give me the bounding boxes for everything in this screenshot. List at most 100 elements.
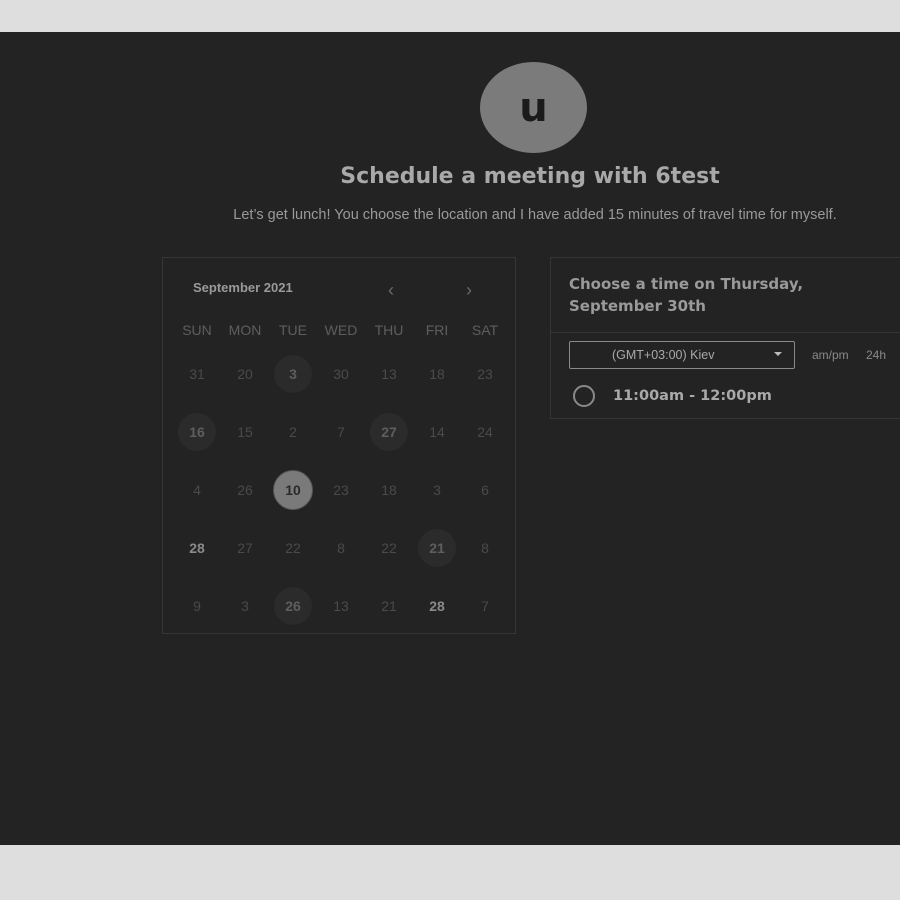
calendar-month-label: September 2021 (193, 280, 293, 295)
calendar-day: 28 (413, 577, 461, 635)
calendar-day-number: 26 (237, 482, 253, 498)
calendar-day[interactable]: 26 (269, 577, 317, 635)
calendar-day-number: 24 (477, 424, 493, 440)
calendar-day-number: 3 (241, 598, 249, 614)
divider (551, 332, 900, 333)
format-ampm-toggle[interactable]: am/pm (812, 348, 849, 362)
time-slot-label: 11:00am - 12:00pm (613, 388, 772, 404)
calendar-day-number: 22 (285, 540, 301, 556)
calendar-day-number: 27 (237, 540, 253, 556)
calendar-day: 6 (461, 461, 509, 519)
weekday-label: WED (324, 322, 358, 338)
calendar-week-row: 31 20 3 30 13 18 23 (173, 345, 517, 403)
calendar-day-number: 13 (381, 366, 397, 382)
calendar-day-number: 8 (337, 540, 345, 556)
radio-button[interactable] (573, 385, 595, 407)
calendar-day: 8 (317, 519, 365, 577)
calendar-day-number: 27 (370, 413, 408, 451)
time-picker-panel: Choose a time on Thursday, September 30t… (550, 257, 900, 419)
weekday-label: THU (374, 322, 404, 338)
calendar-day: 22 (365, 519, 413, 577)
calendar-day: 31 (173, 345, 221, 403)
calendar-day: 18 (413, 345, 461, 403)
format-24h-toggle[interactable]: 24h (866, 348, 886, 362)
calendar-day: 3 (413, 461, 461, 519)
calendar-week-row: 16 15 2 7 27 14 24 (173, 403, 517, 461)
calendar-day-number: 2 (289, 424, 297, 440)
weekday-label: MON (228, 322, 262, 338)
calendar-day-number: 26 (274, 587, 312, 625)
calendar-day-number: 18 (429, 366, 445, 382)
page-description: Let’s get lunch! You choose the location… (233, 207, 837, 223)
scheduler-page: u Schedule a meeting with 6test Let’s ge… (0, 32, 900, 845)
calendar-day-number: 30 (333, 366, 349, 382)
calendar-day: 15 (221, 403, 269, 461)
calendar-week-row: 9 3 26 13 21 28 7 (173, 577, 517, 635)
previous-month-button[interactable]: ‹ (379, 278, 403, 302)
next-month-button[interactable]: › (457, 278, 481, 302)
calendar: September 2021 ‹ › SUN MON TUE WED THU FRI SAT… (162, 257, 516, 634)
calendar-day: 22 (269, 519, 317, 577)
calendar-day: 24 (461, 403, 509, 461)
calendar-day[interactable]: 27 (365, 403, 413, 461)
calendar-day: 7 (461, 577, 509, 635)
calendar-day: 3 (221, 577, 269, 635)
calendar-day-number: 16 (178, 413, 216, 451)
calendar-day: 14 (413, 403, 461, 461)
calendar-day-number: 23 (477, 366, 493, 382)
calendar-day-number: 14 (429, 424, 445, 440)
timezone-value: (GMT+03:00) Kiev (612, 348, 715, 362)
calendar-day: 4 (173, 461, 221, 519)
calendar-day: 8 (461, 519, 509, 577)
calendar-day: 26 (221, 461, 269, 519)
avatar: u (480, 62, 587, 153)
calendar-day-number: 28 (189, 540, 205, 556)
calendar-day-number: 8 (481, 540, 489, 556)
calendar-day-number: 6 (481, 482, 489, 498)
calendar-day[interactable]: 3 (269, 345, 317, 403)
calendar-day-number: 7 (337, 424, 345, 440)
calendar-grid: 31 20 3 30 13 18 23 16 15 2 7 27 14 24 4 26 10 23 18 3 6 28 27… (173, 345, 517, 635)
calendar-day-number: 22 (381, 540, 397, 556)
calendar-day-number: 3 (433, 482, 441, 498)
calendar-day-number: 9 (193, 598, 201, 614)
weekday-label: FRI (425, 322, 449, 338)
calendar-day-selected[interactable]: 10 (269, 461, 317, 519)
calendar-day: 20 (221, 345, 269, 403)
calendar-day: 30 (317, 345, 365, 403)
calendar-day-number: 15 (237, 424, 253, 440)
calendar-day: 21 (365, 577, 413, 635)
calendar-day-number: 21 (418, 529, 456, 567)
calendar-day-number: 20 (237, 366, 253, 382)
caret-down-icon (774, 352, 782, 356)
weekday-header: SUN MON TUE WED THU FRI SAT (173, 322, 517, 338)
avatar-initial: u (519, 84, 548, 131)
chevron-left-icon: ‹ (388, 279, 394, 300)
calendar-day: 2 (269, 403, 317, 461)
weekday-label: TUE (279, 322, 307, 338)
time-slot-option[interactable]: 11:00am - 12:00pm (573, 385, 772, 407)
calendar-day-number: 18 (381, 482, 397, 498)
weekday-label: SUN (182, 322, 212, 338)
calendar-day: 13 (365, 345, 413, 403)
calendar-day-number: 23 (333, 482, 349, 498)
calendar-day-number: 7 (481, 598, 489, 614)
calendar-day-number: 4 (193, 482, 201, 498)
calendar-day-number: 13 (333, 598, 349, 614)
page-title: Schedule a meeting with 6test (340, 164, 720, 189)
calendar-day-number: 31 (189, 366, 205, 382)
calendar-day-number: 10 (273, 470, 313, 510)
calendar-day[interactable]: 16 (173, 403, 221, 461)
calendar-day-number: 28 (429, 598, 445, 614)
calendar-day: 28 (173, 519, 221, 577)
weekday-label: SAT (471, 322, 499, 338)
calendar-day: 23 (461, 345, 509, 403)
calendar-day: 27 (221, 519, 269, 577)
calendar-day: 7 (317, 403, 365, 461)
timezone-select[interactable]: (GMT+03:00) Kiev (569, 341, 795, 369)
calendar-day: 13 (317, 577, 365, 635)
time-panel-title: Choose a time on Thursday, September 30t… (569, 275, 804, 315)
calendar-day[interactable]: 21 (413, 519, 461, 577)
calendar-day: 18 (365, 461, 413, 519)
chevron-right-icon: › (466, 279, 472, 300)
